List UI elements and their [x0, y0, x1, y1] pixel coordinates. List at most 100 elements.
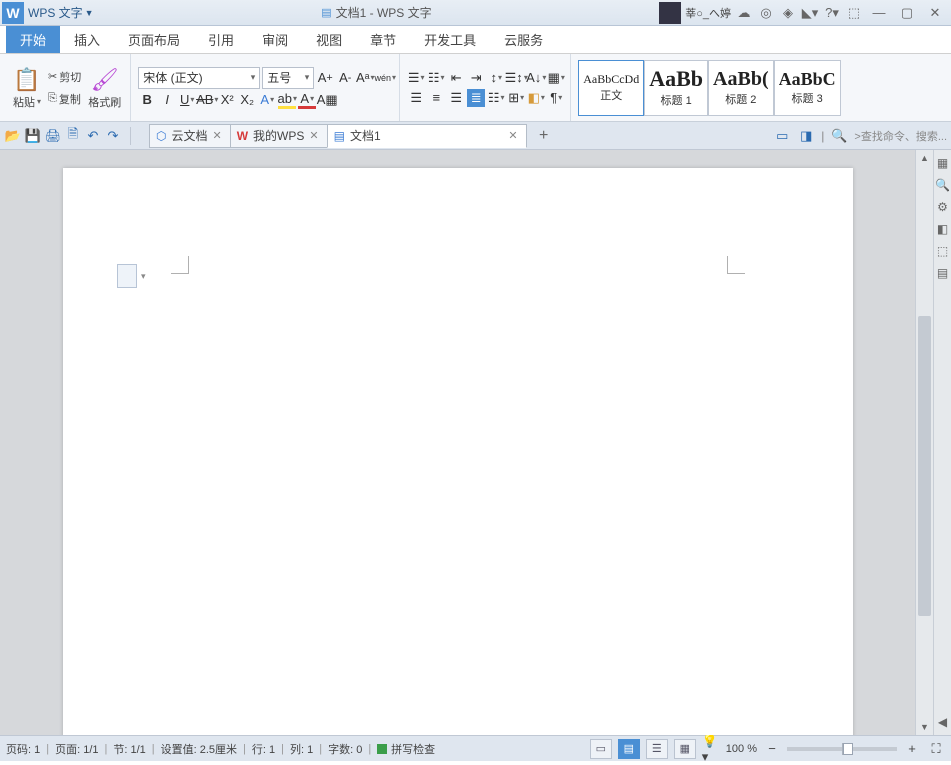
app-menu-dropdown[interactable]: ▼ [85, 8, 94, 18]
zoom-thumb[interactable] [843, 743, 853, 755]
copy-button[interactable]: ⎘复制 [45, 89, 84, 109]
menu-section[interactable]: 章节 [356, 26, 410, 53]
increase-indent-icon[interactable]: ⇥ [467, 69, 485, 87]
menu-review[interactable]: 审阅 [248, 26, 302, 53]
sort-icon[interactable]: A↓▾ [527, 69, 545, 87]
scroll-thumb[interactable] [918, 316, 931, 616]
status-page-no[interactable]: 页码: 1 [6, 741, 40, 757]
new-tab-button[interactable]: + [532, 124, 556, 148]
underline-icon[interactable]: U▾ [178, 91, 196, 109]
view-web-button[interactable]: ☰ [646, 739, 668, 759]
style-heading1[interactable]: AaBb 标题 1 [644, 60, 708, 116]
skin-icon[interactable]: ◈ [779, 4, 797, 22]
redo-icon[interactable]: ↷ [104, 127, 122, 145]
view-page-button[interactable]: ▤ [618, 739, 640, 759]
align-right-icon[interactable]: ☰ [447, 89, 465, 107]
search-hint[interactable]: >查找命令、搜索... [854, 128, 947, 144]
zoom-in-button[interactable]: + [903, 740, 921, 758]
menu-dev-tools[interactable]: 开发工具 [410, 26, 490, 53]
highlight-icon[interactable]: ab▾ [278, 91, 296, 109]
pin-icon[interactable]: ⬚ [845, 4, 863, 22]
user-name[interactable]: 莘○_へ婷 [685, 5, 731, 21]
align-left-icon[interactable]: ☰ [407, 89, 425, 107]
print-icon[interactable]: 🖨 [44, 127, 62, 145]
style-heading3[interactable]: AaBbC 标题 3 [774, 60, 841, 116]
page-area[interactable] [0, 150, 915, 735]
status-page[interactable]: 页面: 1/1 [55, 741, 98, 757]
view-read-button[interactable]: ▦ [674, 739, 696, 759]
vertical-scrollbar[interactable]: ▲ ▼ [915, 150, 933, 735]
tab-document1[interactable]: ▤ 文档1 ✕ [327, 124, 527, 148]
status-column[interactable]: 列: 1 [290, 741, 313, 757]
zoom-value[interactable]: 100 % [726, 743, 757, 755]
cut-button[interactable]: ✂剪切 [45, 67, 84, 87]
shrink-font-icon[interactable]: A- [336, 69, 354, 87]
line-spacing-icon[interactable]: ☰↕▾ [507, 69, 525, 87]
borders-icon[interactable]: ▦▾ [547, 69, 565, 87]
open-icon[interactable]: 📂 [4, 127, 22, 145]
status-position[interactable]: 设置值: 2.5厘米 [161, 741, 237, 757]
status-line[interactable]: 行: 1 [252, 741, 275, 757]
status-chars[interactable]: 字数: 0 [328, 741, 362, 757]
menu-insert[interactable]: 插入 [60, 26, 114, 53]
menu-cloud[interactable]: 云服务 [490, 26, 557, 53]
scroll-up-icon[interactable]: ▲ [916, 150, 933, 166]
arrow-down-icon[interactable]: ◣▾ [801, 4, 819, 22]
panel-icon[interactable]: ◨ [797, 127, 815, 145]
print-preview-icon[interactable]: 🗎 [64, 127, 82, 145]
status-section[interactable]: 节: 1/1 [113, 741, 145, 757]
show-marks-icon[interactable]: ¶▾ [547, 89, 565, 107]
save-icon[interactable]: 💾 [24, 127, 42, 145]
superscript-icon[interactable]: X² [218, 91, 236, 109]
side-select-icon[interactable]: ⬚ [936, 244, 950, 258]
side-gear-icon[interactable]: ⚙ [936, 200, 950, 214]
view-outline-button[interactable]: ▭ [590, 739, 612, 759]
menu-references[interactable]: 引用 [194, 26, 248, 53]
page-options-handle[interactable] [117, 264, 137, 288]
subscript-icon[interactable]: X₂ [238, 91, 256, 109]
text-effects-icon[interactable]: A▾ [258, 91, 276, 109]
font-name-select[interactable]: 宋体 (正文)▾ [138, 67, 260, 89]
menu-view[interactable]: 视图 [302, 26, 356, 53]
tab-close-icon[interactable]: ✕ [309, 129, 318, 142]
strikethrough-icon[interactable]: AB▾ [198, 91, 216, 109]
font-size-select[interactable]: 五号▾ [262, 67, 314, 89]
side-search-icon[interactable]: 🔍 [936, 178, 950, 192]
phonetic-guide-icon[interactable]: wén▾ [376, 69, 394, 87]
font-color-icon[interactable]: A▾ [298, 91, 316, 109]
tab-my-wps[interactable]: W 我的WPS ✕ [230, 124, 328, 148]
search-icon[interactable]: 🔍 [830, 127, 848, 145]
scroll-track[interactable] [916, 166, 933, 719]
status-spell[interactable]: 拼写检查 [391, 741, 435, 757]
undo-icon[interactable]: ↶ [84, 127, 102, 145]
brightness-icon[interactable]: 💡▾ [702, 740, 720, 758]
decrease-indent-icon[interactable]: ⇤ [447, 69, 465, 87]
maximize-button[interactable]: ▢ [895, 4, 919, 22]
zoom-slider[interactable] [787, 747, 897, 751]
style-normal[interactable]: AaBbCcDd 正文 [578, 60, 644, 116]
shading-icon[interactable]: ◧▾ [527, 89, 545, 107]
bold-icon[interactable]: B [138, 91, 156, 109]
text-direction-icon[interactable]: ↕▾ [487, 69, 505, 87]
zoom-out-button[interactable]: − [763, 740, 781, 758]
distribute-icon[interactable]: ☷▾ [487, 89, 505, 107]
tab-stops-icon[interactable]: ⊞▾ [507, 89, 525, 107]
grow-font-icon[interactable]: A+ [316, 69, 334, 87]
fullscreen-icon[interactable]: ⛶ [927, 740, 945, 758]
help-icon[interactable]: ?▾ [823, 4, 841, 22]
menu-start[interactable]: 开始 [6, 26, 60, 53]
scroll-down-icon[interactable]: ▼ [916, 719, 933, 735]
align-justify-icon[interactable]: ≣ [467, 89, 485, 107]
side-collapse-icon[interactable]: ◀ [936, 715, 950, 729]
document-page[interactable] [63, 168, 853, 735]
present-icon[interactable]: ▭ [773, 127, 791, 145]
paste-button[interactable]: 📋 粘贴▾ [9, 58, 45, 118]
tab-close-icon[interactable]: ✕ [213, 129, 222, 142]
cloud-sync-icon[interactable]: ☁ [735, 4, 753, 22]
align-center-icon[interactable]: ≡ [427, 89, 445, 107]
side-tool-icon[interactable]: ▦ [936, 156, 950, 170]
user-avatar[interactable] [659, 2, 681, 24]
char-shading-icon[interactable]: A▦ [318, 91, 336, 109]
style-heading2[interactable]: AaBb( 标题 2 [708, 60, 774, 116]
tab-close-icon[interactable]: ✕ [508, 129, 517, 142]
